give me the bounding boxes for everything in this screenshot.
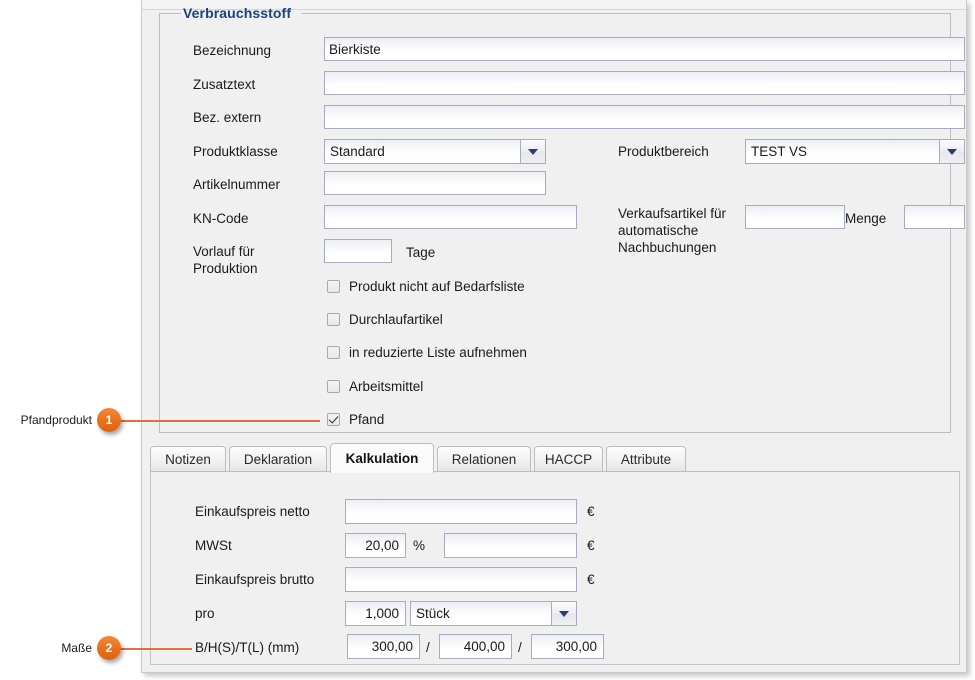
checkbox-row-arbeitsmittel[interactable]: Arbeitsmittel — [327, 379, 423, 394]
checkbox-reduzierte-liste[interactable] — [327, 346, 340, 359]
chevron-down-icon — [528, 148, 538, 155]
tab-strip: Notizen Deklaration Kalkulation Relation… — [150, 443, 960, 473]
einkaufspreis-netto-label: Einkaufspreis netto — [195, 504, 310, 519]
dimension-depth-input[interactable] — [531, 634, 604, 659]
kn-code-input[interactable] — [324, 205, 577, 229]
currency-symbol-brutto: € — [587, 572, 595, 587]
checkbox-row-reduzierte-liste[interactable]: in reduzierte Liste aufnehmen — [327, 345, 527, 360]
vorlauf-label: Vorlauf für Produktion — [193, 244, 258, 276]
checkbox-bedarfsliste[interactable] — [327, 280, 340, 293]
groupbox-border-right-segment — [302, 13, 951, 14]
pro-label: pro — [195, 606, 215, 621]
tab-notizen-label: Notizen — [165, 452, 211, 467]
currency-symbol-mwst: € — [587, 538, 595, 553]
produktbereich-label: Produktbereich — [618, 144, 709, 159]
dimension-separator-2: / — [518, 640, 522, 655]
callout-1-text: Pfandprodukt — [20, 413, 92, 427]
produktbereich-dropdown-button[interactable] — [939, 140, 964, 163]
produktklasse-label: Produktklasse — [193, 144, 278, 159]
produktklasse-selected-value: Standard — [325, 140, 520, 163]
bez-extern-input[interactable] — [324, 105, 965, 129]
groupbox-title: Verbrauchsstoff — [183, 5, 292, 21]
bezeichnung-label: Bezeichnung — [193, 43, 272, 58]
tab-deklaration[interactable]: Deklaration — [229, 446, 327, 472]
mwst-percent-input[interactable] — [345, 533, 406, 558]
callout-2-badge: 2 — [97, 636, 121, 660]
produktbereich-dropdown[interactable]: TEST VS — [745, 139, 965, 164]
callout-2-text: Maße — [61, 641, 92, 655]
tab-haccp[interactable]: HACCP — [534, 446, 603, 472]
einkaufspreis-brutto-label: Einkaufspreis brutto — [195, 572, 315, 587]
menge-label: Menge — [845, 211, 887, 226]
currency-symbol-netto: € — [587, 504, 595, 519]
vorlauf-input[interactable] — [324, 239, 392, 263]
pro-unit-selected-value: Stück — [411, 602, 551, 625]
tab-attribute-label: Attribute — [620, 452, 672, 467]
checkbox-label-arbeitsmittel: Arbeitsmittel — [349, 379, 424, 394]
checkbox-durchlaufartikel[interactable] — [327, 313, 340, 326]
mwst-label: MWSt — [195, 538, 232, 553]
kalkulation-tab-panel: Einkaufspreis netto € MWSt % € Einkaufsp… — [150, 472, 960, 665]
produktbereich-selected-value: TEST VS — [746, 140, 939, 163]
pro-unit-dropdown[interactable]: Stück — [410, 601, 577, 626]
zusatztext-input[interactable] — [324, 71, 965, 95]
tab-notizen[interactable]: Notizen — [150, 446, 226, 472]
checkbox-label-pfand: Pfand — [349, 412, 385, 427]
checkbox-row-durchlaufartikel[interactable]: Durchlaufartikel — [327, 312, 443, 327]
pro-value-input[interactable] — [345, 601, 406, 626]
produktklasse-dropdown[interactable]: Standard — [324, 139, 546, 164]
artikelnummer-label: Artikelnummer — [193, 177, 281, 192]
menge-input[interactable] — [904, 205, 965, 229]
tab-deklaration-label: Deklaration — [243, 452, 313, 467]
artikelnummer-input[interactable] — [324, 171, 546, 195]
einkaufspreis-brutto-input[interactable] — [345, 567, 577, 592]
tab-attribute[interactable]: Attribute — [606, 446, 686, 472]
dimension-separator-1: / — [426, 640, 430, 655]
einkaufspreis-netto-input[interactable] — [345, 499, 577, 524]
kn-code-label: KN-Code — [193, 211, 249, 226]
chevron-down-icon — [947, 148, 957, 155]
verkaufsartikel-input[interactable] — [745, 205, 845, 229]
product-detail-panel: Verbrauchsstoff Bezeichnung Zusatztext B… — [141, 0, 967, 673]
dimension-height-input[interactable] — [439, 634, 512, 659]
callout-1-badge: 1 — [97, 408, 121, 432]
checkbox-label-durchlaufartikel: Durchlaufartikel — [349, 312, 443, 327]
tab-relationen-label: Relationen — [451, 452, 517, 467]
chevron-down-icon — [559, 610, 569, 617]
dimension-width-input[interactable] — [347, 634, 420, 659]
tab-relationen[interactable]: Relationen — [437, 446, 531, 472]
checkbox-label-reduzierte-liste: in reduzierte Liste aufnehmen — [349, 345, 527, 360]
produktklasse-dropdown-button[interactable] — [520, 140, 545, 163]
callout-1-leader-line — [120, 420, 320, 422]
tab-haccp-label: HACCP — [544, 452, 593, 467]
pro-unit-dropdown-button[interactable] — [551, 602, 576, 625]
checkbox-arbeitsmittel[interactable] — [327, 380, 340, 393]
tage-label: Tage — [406, 245, 436, 260]
groupbox-border-left-segment — [159, 13, 181, 14]
percent-sign-label: % — [413, 538, 426, 553]
bez-extern-label: Bez. extern — [193, 110, 262, 125]
checkbox-row-bedarfsliste[interactable]: Produkt nicht auf Bedarfsliste — [327, 279, 525, 294]
checkbox-row-pfand[interactable]: Pfand — [327, 412, 384, 427]
callout-2-leader-line — [120, 648, 192, 650]
dimension-label: B/H(S)/T(L) (mm) — [195, 640, 300, 655]
mwst-amount-input[interactable] — [444, 533, 577, 558]
tab-kalkulation-label: Kalkulation — [345, 451, 419, 466]
verkaufsartikel-label: Verkaufsartikel für automatische Nachbuc… — [618, 206, 727, 255]
bezeichnung-input[interactable] — [324, 37, 965, 61]
checkbox-pfand[interactable] — [327, 413, 340, 426]
zusatztext-label: Zusatztext — [193, 77, 256, 92]
tab-kalkulation[interactable]: Kalkulation — [330, 443, 434, 473]
checkbox-label-bedarfsliste: Produkt nicht auf Bedarfsliste — [349, 279, 525, 294]
